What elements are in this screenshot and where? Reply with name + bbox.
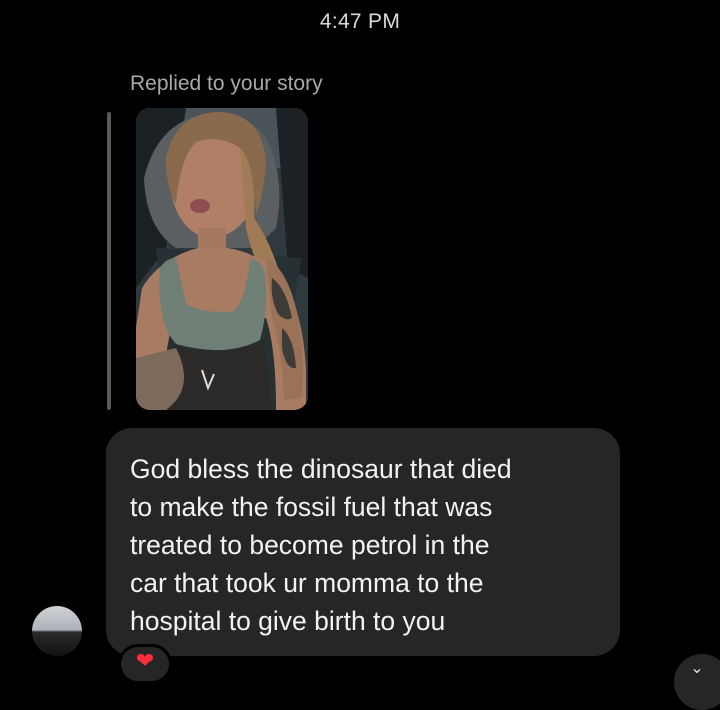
timestamp: 4:47 PM bbox=[319, 10, 401, 33]
chevron-down-icon: ⌄ bbox=[690, 660, 704, 677]
story-thumbnail[interactable] bbox=[136, 108, 308, 410]
message-bubble[interactable]: God bless the dinosaur that died to make… bbox=[106, 428, 620, 656]
scroll-to-bottom-button[interactable]: ⌄ bbox=[674, 654, 720, 710]
message-reaction[interactable]: ❤ bbox=[118, 644, 172, 684]
story-photo bbox=[136, 108, 308, 410]
heart-icon: ❤ bbox=[135, 648, 155, 673]
message-text: God bless the dinosaur that died to make… bbox=[130, 454, 512, 636]
reply-indicator-bar bbox=[107, 112, 111, 410]
sender-avatar[interactable] bbox=[32, 606, 82, 656]
reply-label: Replied to your story bbox=[130, 72, 323, 95]
